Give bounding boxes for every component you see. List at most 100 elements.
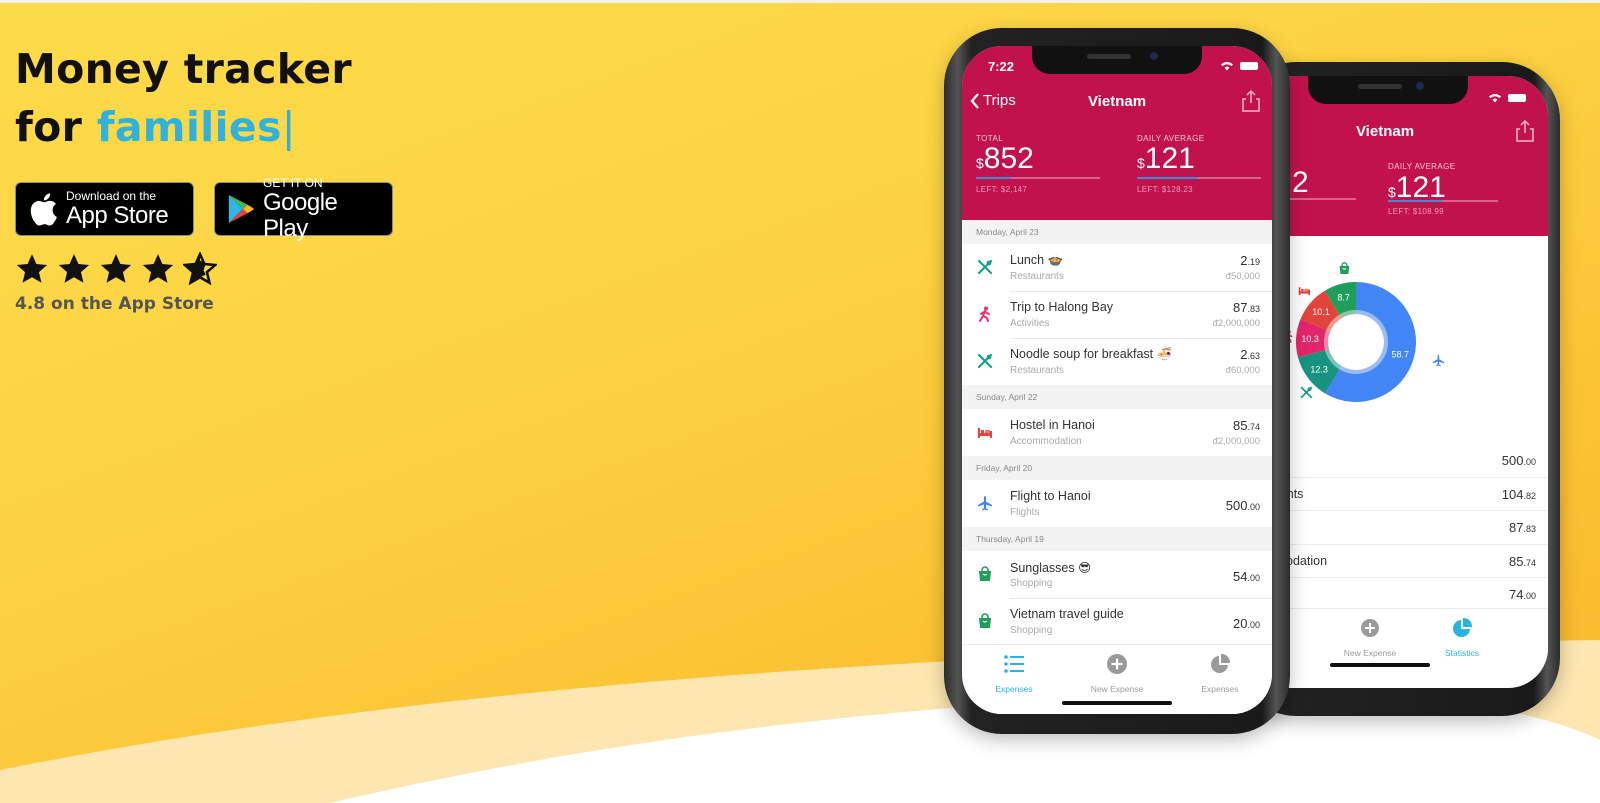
app-store-button[interactable]: Download on the App Store	[15, 182, 194, 236]
store-buttons: Download on the App Store GET IT ON Goog…	[15, 176, 393, 241]
battery-icon	[1508, 94, 1526, 102]
google-play-button[interactable]: GET IT ON Google Play	[214, 176, 393, 241]
shopping-bag-icon	[977, 613, 993, 629]
apple-icon	[30, 193, 57, 226]
day-header: Monday, April 23	[962, 220, 1272, 244]
total-left: LEFT: $2,147	[976, 185, 1028, 194]
google-play-icon	[228, 194, 254, 224]
share-icon[interactable]	[1242, 90, 1260, 112]
daily-average-left: LEFT: $128.23	[1137, 185, 1193, 194]
fork-knife-icon	[1300, 386, 1313, 399]
expense-title: Sunglasses 😎	[1010, 561, 1092, 575]
typing-cursor: |	[281, 103, 296, 151]
battery-icon	[1240, 62, 1258, 70]
tab-expenses[interactable]: Expenses	[974, 653, 1054, 697]
expense-title: Vietnam travel guide	[1010, 607, 1124, 621]
plus-circle-icon	[1107, 654, 1127, 674]
daily-average-fill	[1388, 200, 1442, 202]
expense-row[interactable]: Hostel in Hanoi Accommodation 85.74 đ2,000,…	[962, 409, 1272, 456]
total-value: $852	[976, 142, 1034, 175]
category-total-row[interactable]: ghts500.00	[1252, 444, 1548, 478]
rating-text: 4.8 on the App Store	[15, 294, 214, 314]
expense-category: Accommodation	[1010, 436, 1082, 447]
expense-amount: 54.00	[1233, 569, 1260, 584]
tab-new-expense[interactable]: New Expense	[1330, 617, 1410, 661]
expense-title: Trip to Halong Bay	[1010, 300, 1114, 314]
headline-line-1: Money tracker	[15, 45, 352, 93]
home-indicator	[1330, 663, 1430, 667]
category-totals: ghts500.00staurants104.82tivities87.83co…	[1252, 444, 1548, 612]
star-icon	[58, 254, 90, 283]
expenses-tabbar: Expenses New Expense Expenses	[962, 644, 1272, 714]
expense-title: Noodle soup for breakfast 🍜	[1010, 347, 1173, 361]
expense-category: Restaurants	[1010, 365, 1064, 376]
category-total-row[interactable]: commodation85.74	[1252, 545, 1548, 578]
expense-category: Flights	[1010, 507, 1040, 518]
expense-title: Hostel in Hanoi	[1010, 418, 1095, 432]
category-amount: 74.00	[1509, 587, 1536, 602]
expense-row[interactable]: Sunglasses 😎 Shopping 54.00	[962, 551, 1272, 598]
app-store-big: App Store	[66, 201, 169, 229]
pie-chart-icon	[1211, 653, 1231, 673]
expense-row[interactable]: Trip to Halong Bay Activities 87.83 đ2,000,…	[962, 291, 1272, 338]
category-donut-chart: 58.7 12.3 10.3 10.1 8.7	[1283, 262, 1444, 402]
wifi-icon	[1221, 62, 1233, 71]
rating-stars	[15, 252, 393, 286]
day-header: Sunday, April 22	[962, 385, 1272, 409]
tab-statistics[interactable]: Statistics	[1422, 617, 1502, 661]
expenses-screen: 7:22 Trips Vietnam TOTAL $852 LEFT: $2,1…	[962, 46, 1272, 714]
tab-statistics[interactable]: Expenses	[1180, 653, 1260, 697]
headline-accent: families	[96, 103, 282, 151]
donut-label: 10.3	[1301, 334, 1319, 344]
airplane-icon	[977, 495, 993, 511]
expense-local-amount: đ2,000,000	[1212, 436, 1260, 447]
bed-icon	[977, 424, 993, 440]
category-amount: 87.83	[1509, 520, 1536, 535]
expense-row[interactable]: Noodle soup for breakfast 🍜 Restaurants 2.…	[962, 338, 1272, 385]
total-budget-fill	[976, 177, 1011, 179]
expense-title: Lunch 🍲	[1010, 253, 1064, 267]
expense-amount: 500.00	[1225, 498, 1260, 513]
phone-expenses: 7:22 Trips Vietnam TOTAL $852 LEFT: $2,1…	[944, 28, 1290, 734]
status-icons	[1488, 93, 1526, 103]
expense-category: Activities	[1010, 318, 1050, 329]
donut-label: 8.7	[1337, 293, 1350, 303]
category-total-row[interactable]: opping74.00	[1252, 578, 1548, 612]
daily-average-fill	[1137, 177, 1198, 179]
donut-label: 12.3	[1310, 365, 1328, 375]
expense-category: Restaurants	[1010, 271, 1064, 282]
airplane-icon	[1432, 354, 1444, 367]
statistics-tabbar: s New Expense Statistics	[1252, 608, 1548, 678]
list-icon	[1004, 655, 1024, 673]
wifi-icon	[1489, 94, 1501, 103]
fork-knife-icon	[977, 353, 993, 369]
category-total-row[interactable]: staurants104.82	[1252, 478, 1548, 511]
expense-local-amount: đ60,000	[1225, 365, 1260, 376]
category-total-row[interactable]: tivities87.83	[1252, 511, 1548, 545]
daily-average-left: LEFT: $108.99	[1388, 207, 1444, 216]
fork-knife-icon	[977, 259, 993, 275]
day-header: Friday, April 20	[962, 456, 1272, 480]
expense-category: Shopping	[1010, 625, 1053, 636]
headline-for: for	[15, 103, 97, 151]
donut-label: 58.7	[1392, 349, 1410, 359]
star-icon	[16, 254, 48, 283]
donut-inner-ring	[1324, 310, 1388, 374]
expense-row[interactable]: Vietnam travel guide Shopping 20.00	[962, 598, 1272, 645]
tab-new-expense[interactable]: New Expense	[1077, 653, 1157, 697]
category-amount: 500.00	[1501, 453, 1536, 468]
expense-row[interactable]: Flight to Hanoi Flights 500.00	[962, 480, 1272, 527]
day-header: Thursday, April 19	[962, 527, 1272, 551]
donut-label: 10.1	[1312, 307, 1330, 317]
share-icon[interactable]	[1516, 120, 1534, 142]
bed-icon	[1298, 287, 1310, 296]
daily-average-label: DAILY AVERAGE	[1388, 162, 1456, 171]
headline: Money tracker for families|	[15, 40, 393, 156]
app-store-small: Download on the	[66, 188, 157, 203]
expense-amount: 87.83	[1233, 300, 1260, 315]
expense-row[interactable]: Lunch 🍲 Restaurants 2.19 đ50,000	[962, 244, 1272, 291]
shopping-bag-icon	[977, 566, 993, 582]
status-icons	[1220, 61, 1258, 71]
currency-symbol: $	[1388, 184, 1396, 200]
daily-average-bar	[1137, 177, 1261, 179]
